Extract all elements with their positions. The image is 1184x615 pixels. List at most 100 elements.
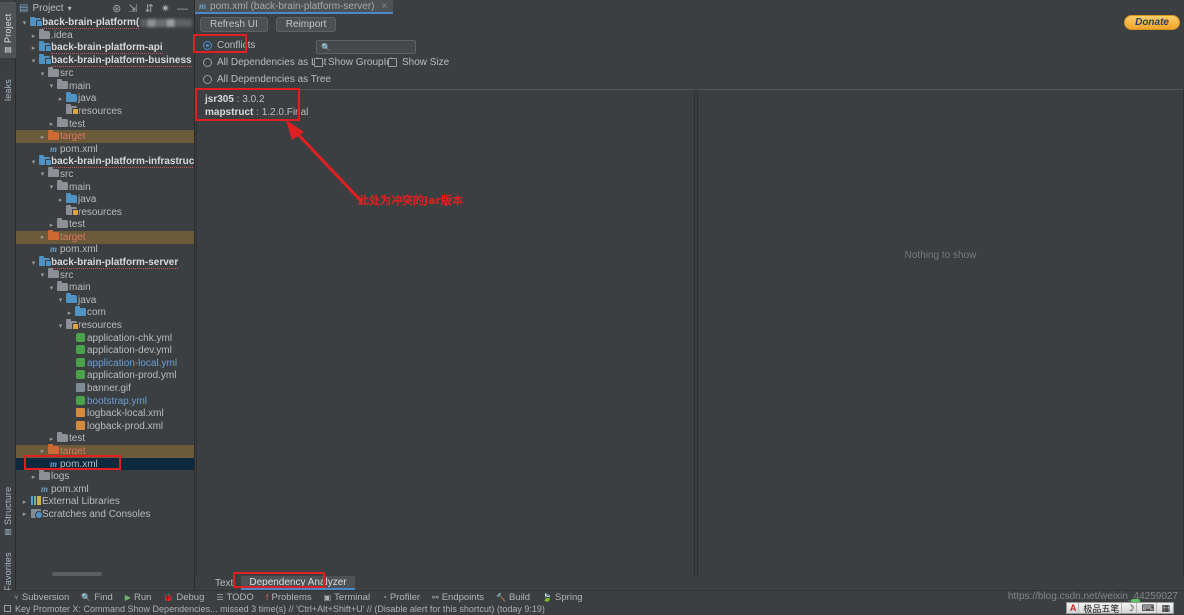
conflicts-list[interactable]: jsr305 : 3.0.2 mapstruct : 1.2.0.Final — [197, 90, 694, 119]
ime-keyboard-icon[interactable]: ⌨ — [1139, 603, 1158, 613]
tool-tab-project[interactable]: ▤ Project — [0, 2, 16, 58]
tree-node-target[interactable]: ▸ target — [16, 230, 194, 244]
tool-tab-structure[interactable]: ▥ Structure — [0, 478, 16, 540]
tree-node-back-brain-platform-server[interactable]: ▾ back-brain-platform-server — [16, 255, 194, 269]
tree-node-pom-xml[interactable]: m pom.xml — [16, 244, 194, 257]
chevron-down-icon[interactable]: ▾ — [56, 296, 65, 304]
tree-node-back-brain-platform-infrastructure[interactable]: ▾ back-brain-platform-infrastructure — [16, 154, 194, 169]
tab-text[interactable]: Text — [207, 576, 241, 590]
tree-node-application-chk-yml[interactable]: application-chk.yml — [16, 332, 194, 345]
ime-toolbar[interactable]: A 极品五笔 ☽ ⌨ ▦ — [1065, 602, 1174, 614]
tree-node-src[interactable]: ▾ src — [16, 66, 194, 80]
editor-tab-pom-xml[interactable]: m pom.xml (back-brain-platform-server) × — [195, 0, 394, 14]
tree-node-banner-gif[interactable]: banner.gif — [16, 382, 194, 395]
tree-node-idea[interactable]: ▸ .idea — [16, 28, 194, 43]
tree-node-main[interactable]: ▾ main — [16, 79, 194, 93]
ime-panel-icon[interactable]: ▦ — [1159, 603, 1172, 613]
tree-node-logback-local-xml[interactable]: logback-local.xml — [16, 407, 194, 420]
chevron-down-icon[interactable]: ▾ — [29, 158, 38, 166]
tree-node-scratches-and-consoles[interactable]: ▸ Scratches and Consoles — [16, 508, 194, 521]
conflict-item[interactable]: mapstruct : 1.2.0.Final — [197, 106, 694, 119]
tree-node-pom-xml[interactable]: m pom.xml — [16, 143, 194, 156]
radio-all-deps-tree[interactable]: All Dependencies as Tree — [203, 74, 331, 85]
radio-all-deps-list[interactable]: All Dependencies as List — [203, 57, 327, 68]
bottom-bar-item-profiler[interactable]: ◔ Profiler — [382, 592, 420, 603]
chevron-down-icon[interactable]: ▾ — [38, 170, 47, 178]
refresh-ui-button[interactable]: Refresh UI — [200, 17, 268, 32]
chevron-down-icon[interactable]: ▾ — [38, 70, 47, 78]
chevron-down-icon[interactable]: ▾ — [20, 19, 29, 27]
tree-node-java[interactable]: ▸ java — [16, 192, 194, 206]
tree-node-resources[interactable]: resources — [16, 205, 194, 219]
tree-node-java[interactable]: ▸ java — [16, 91, 194, 106]
tree-node-pom-xml[interactable]: m pom.xml — [16, 457, 194, 471]
tree-node-com[interactable]: ▸ com — [16, 305, 194, 320]
bottom-bar-item-debug[interactable]: 🐞 Debug — [163, 592, 204, 603]
chevron-right-icon[interactable]: ▸ — [29, 44, 38, 52]
search-input[interactable] — [333, 41, 414, 53]
project-tree[interactable]: ▾ back-brain-platform(▸ .idea ▸ back-brain-p… — [16, 17, 194, 590]
tree-node-target[interactable]: ▸ target — [16, 129, 194, 143]
conflict-item[interactable]: jsr305 : 3.0.2 — [197, 93, 694, 106]
chevron-down-icon[interactable]: ▾ — [29, 259, 38, 267]
hide-icon[interactable]: — — [177, 3, 188, 15]
reimport-button[interactable]: Reimport — [275, 17, 337, 32]
chevron-down-icon[interactable]: ▾ — [47, 82, 56, 90]
chevron-right-icon[interactable]: ▸ — [38, 133, 47, 141]
chevron-right-icon[interactable]: ▸ — [56, 95, 65, 103]
chevron-right-icon[interactable]: ▸ — [47, 435, 56, 443]
tree-node-main[interactable]: ▾ main — [16, 180, 194, 194]
tree-node-external-libraries[interactable]: ▸ External Libraries — [16, 496, 194, 509]
bottom-bar-item-endpoints[interactable]: ⚯ Endpoints — [432, 592, 484, 603]
tree-node-java[interactable]: ▾ java — [16, 293, 194, 307]
tree-node-logback-prod-xml[interactable]: logback-prod.xml — [16, 420, 194, 433]
tree-node-src[interactable]: ▾ src — [16, 167, 194, 181]
chevron-down-icon[interactable]: ▾ — [47, 284, 56, 292]
expand-icon[interactable]: ⇵ — [145, 2, 154, 15]
chevron-down-icon[interactable]: ▾ — [56, 322, 65, 330]
settings-gear-icon[interactable]: ✷ — [161, 2, 170, 15]
chevron-down-icon[interactable]: ▾ — [29, 57, 38, 65]
chevron-right-icon[interactable]: ▸ — [38, 447, 47, 455]
chevron-right-icon[interactable]: ▸ — [47, 120, 56, 128]
tree-node-back-brain-platform-api[interactable]: ▸ back-brain-platform-api — [16, 41, 194, 55]
tree-node-src[interactable]: ▾ src — [16, 268, 194, 282]
ime-name[interactable]: 极品五笔 — [1081, 603, 1123, 614]
tree-node-test[interactable]: ▸ test — [16, 217, 194, 232]
radio-conflicts[interactable]: Conflicts — [203, 40, 255, 51]
bottom-bar-item-find[interactable]: 🔍 Find — [81, 592, 112, 603]
close-icon[interactable]: × — [382, 1, 388, 12]
tree-node-bootstrap-yml[interactable]: bootstrap.yml — [16, 395, 194, 408]
target-scope-icon[interactable]: ⊛ — [112, 2, 121, 15]
bottom-bar-item-run[interactable]: ▶ Run — [125, 592, 152, 603]
tree-node-application-local-yml[interactable]: application-local.yml — [16, 357, 194, 370]
tool-tab-leaks[interactable]: leaks — [0, 62, 16, 104]
conflicts-list-pane[interactable]: jsr305 : 3.0.2 mapstruct : 1.2.0.Final — [196, 89, 695, 588]
chevron-down-icon[interactable]: ▾ — [47, 183, 56, 191]
tree-node-application-dev-yml[interactable]: application-dev.yml — [16, 344, 194, 357]
horizontal-scrollbar[interactable] — [52, 572, 102, 576]
bottom-bar-item-problems[interactable]: ! Problems — [266, 592, 312, 603]
collapse-icon[interactable]: ⇲ — [128, 2, 137, 15]
chevron-down-icon[interactable]: ▾ — [38, 271, 47, 279]
tree-node-test[interactable]: ▸ test — [16, 117, 194, 131]
chevron-right-icon[interactable]: ▸ — [20, 510, 29, 518]
tree-node-resources[interactable]: ▾ resources — [16, 318, 194, 332]
tree-node-test[interactable]: ▸ test — [16, 431, 194, 446]
checkbox-show-size[interactable]: Show Size — [388, 57, 449, 68]
chevron-right-icon[interactable]: ▸ — [47, 221, 56, 229]
bottom-bar-item-spring[interactable]: 🍃 Spring — [542, 592, 582, 603]
chevron-right-icon[interactable]: ▸ — [38, 233, 47, 241]
checkbox-show-groupid[interactable]: Show GroupId — [314, 57, 392, 68]
bottom-bar-item-build[interactable]: 🔨 Build — [496, 592, 530, 603]
tree-node-pom-xml[interactable]: m pom.xml — [16, 483, 194, 496]
chevron-right-icon[interactable]: ▸ — [56, 196, 65, 204]
tree-node-logs[interactable]: ▸ logs — [16, 469, 194, 483]
tree-node-target[interactable]: ▸ target — [16, 444, 194, 458]
dependency-search-box[interactable]: 🔍 — [316, 40, 416, 54]
chevron-right-icon[interactable]: ▸ — [65, 309, 74, 317]
bottom-bar-item-subversion[interactable]: ⑂ Subversion — [14, 592, 69, 603]
chevron-right-icon[interactable]: ▸ — [20, 498, 29, 506]
tree-node-resources[interactable]: resources — [16, 104, 194, 118]
chevron-down-icon[interactable]: ▾ — [68, 4, 72, 13]
